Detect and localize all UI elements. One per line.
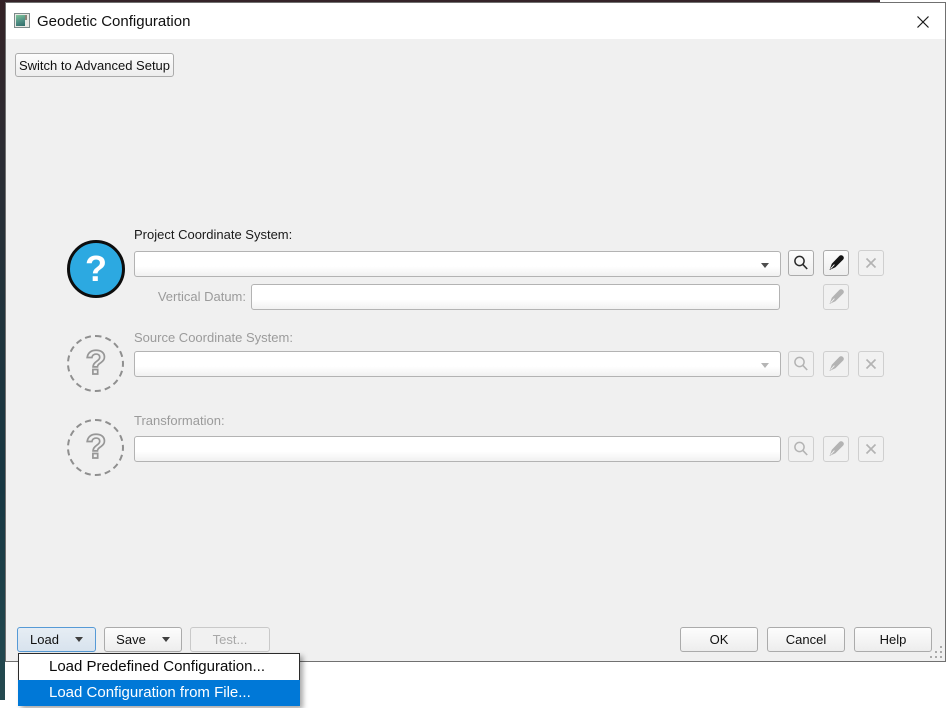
help-button[interactable]: Help bbox=[854, 627, 932, 652]
project-crs-status-question-icon: ? bbox=[67, 240, 125, 298]
geodetic-configuration-dialog: Geodetic Configuration Switch to Advance… bbox=[5, 2, 946, 662]
dialog-title: Geodetic Configuration bbox=[37, 13, 191, 30]
project-crs-edit-button[interactable] bbox=[823, 250, 849, 276]
load-button-label: Load bbox=[30, 632, 59, 647]
x-icon bbox=[865, 443, 877, 455]
pen-icon bbox=[829, 356, 844, 371]
source-crs-edit-button[interactable] bbox=[823, 351, 849, 377]
transformation-label: Transformation: bbox=[134, 413, 225, 428]
svg-text:?: ? bbox=[85, 344, 106, 382]
transformation-edit-button[interactable] bbox=[823, 436, 849, 462]
ok-button[interactable]: OK bbox=[680, 627, 758, 652]
test-button[interactable]: Test... bbox=[190, 627, 270, 652]
pen-icon bbox=[829, 289, 844, 304]
menu-item-load-predefined-configuration[interactable]: Load Predefined Configuration... bbox=[19, 654, 299, 680]
vertical-datum-input[interactable] bbox=[252, 285, 779, 309]
x-icon bbox=[865, 257, 877, 269]
source-crs-status-question-icon: ? bbox=[67, 335, 124, 392]
save-button-label: Save bbox=[116, 632, 146, 647]
project-crs-search-button[interactable] bbox=[788, 250, 814, 276]
question-outline-icon: ? bbox=[84, 428, 106, 467]
transformation-clear-button[interactable] bbox=[858, 436, 884, 462]
transformation-search-button[interactable] bbox=[788, 436, 814, 462]
app-window-icon bbox=[14, 13, 30, 28]
source-crs-label: Source Coordinate System: bbox=[134, 330, 293, 345]
search-icon bbox=[794, 356, 808, 371]
svg-text:?: ? bbox=[85, 428, 106, 466]
vertical-datum-field[interactable] bbox=[251, 284, 780, 310]
transformation-field[interactable] bbox=[134, 436, 781, 462]
vertical-datum-edit-button[interactable] bbox=[823, 284, 849, 310]
vertical-datum-label: Vertical Datum: bbox=[157, 289, 246, 304]
chevron-down-icon bbox=[161, 637, 170, 642]
resize-grip[interactable] bbox=[929, 645, 942, 658]
source-crs-search-button[interactable] bbox=[788, 351, 814, 377]
load-dropdown-menu: Load Predefined Configuration... Load Co… bbox=[18, 653, 300, 706]
title-bar: Geodetic Configuration bbox=[6, 3, 945, 39]
project-crs-input[interactable] bbox=[135, 252, 780, 276]
cancel-button[interactable]: Cancel bbox=[767, 627, 845, 652]
chevron-down-icon bbox=[74, 637, 83, 642]
app-icon-detail bbox=[25, 15, 27, 20]
save-button[interactable]: Save bbox=[104, 627, 182, 652]
menu-item-load-configuration-from-file[interactable]: Load Configuration from File... bbox=[18, 680, 300, 706]
close-button[interactable] bbox=[909, 9, 937, 35]
pen-icon bbox=[829, 441, 844, 456]
search-icon bbox=[794, 441, 808, 456]
transformation-status-question-icon: ? bbox=[67, 419, 124, 476]
chevron-down-icon bbox=[761, 363, 769, 368]
screen: Geodetic Configuration Switch to Advance… bbox=[0, 0, 948, 708]
menu-item-label: Load Predefined Configuration... bbox=[49, 658, 265, 675]
load-button[interactable]: Load bbox=[17, 627, 96, 652]
source-crs-combobox[interactable] bbox=[134, 351, 781, 377]
switch-to-advanced-setup-button[interactable]: Switch to Advanced Setup bbox=[15, 53, 174, 77]
close-icon bbox=[917, 16, 929, 28]
menu-item-label: Load Configuration from File... bbox=[49, 684, 251, 701]
transformation-input[interactable] bbox=[135, 437, 780, 461]
chevron-down-icon[interactable] bbox=[761, 263, 769, 268]
question-outline-icon: ? bbox=[84, 344, 106, 383]
source-crs-clear-button[interactable] bbox=[858, 351, 884, 377]
project-crs-clear-button[interactable] bbox=[858, 250, 884, 276]
pen-icon bbox=[829, 255, 844, 270]
project-crs-combobox[interactable] bbox=[134, 251, 781, 277]
app-icon-picture bbox=[16, 15, 25, 26]
x-icon bbox=[865, 358, 877, 370]
project-crs-label: Project Coordinate System: bbox=[134, 227, 293, 242]
source-crs-input[interactable] bbox=[135, 352, 780, 376]
search-icon bbox=[794, 255, 808, 270]
